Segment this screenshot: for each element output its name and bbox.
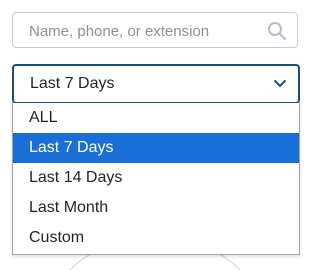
date-range-options: ALL Last 7 Days Last 14 Days Last Month … xyxy=(12,103,300,255)
option-last-7-days[interactable]: Last 7 Days xyxy=(13,133,299,163)
chevron-down-icon[interactable] xyxy=(273,78,287,90)
filter-panel: Last 7 Days ALL Last 7 Days Last 14 Days… xyxy=(0,0,310,270)
option-last-month[interactable]: Last Month xyxy=(13,193,299,223)
date-range-select[interactable]: Last 7 Days xyxy=(12,64,300,104)
option-custom[interactable]: Custom xyxy=(13,223,299,253)
search-icon[interactable] xyxy=(267,21,287,41)
option-all[interactable]: ALL xyxy=(13,103,299,133)
date-range-selected-value: Last 7 Days xyxy=(30,75,115,92)
search-input[interactable] xyxy=(29,22,259,40)
search-box[interactable] xyxy=(12,12,298,48)
option-last-14-days[interactable]: Last 14 Days xyxy=(13,163,299,193)
